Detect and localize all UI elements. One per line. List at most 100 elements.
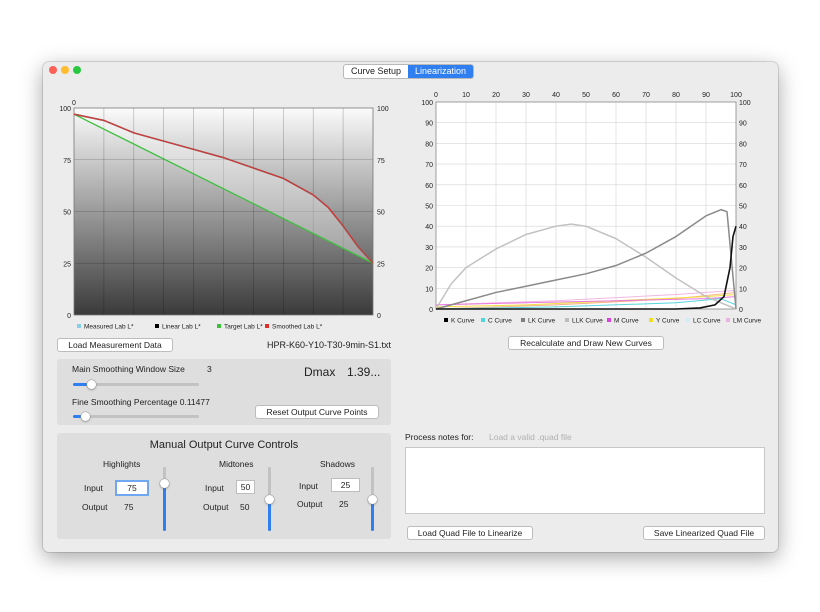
save-quad-button[interactable]: Save Linearized Quad File	[643, 526, 765, 540]
right-x-tick-label: 90	[702, 92, 710, 99]
left-y-tick-label: 25	[63, 261, 71, 268]
manual-controls-title: Manual Output Curve Controls	[149, 439, 299, 451]
zoom-window-button[interactable]	[73, 66, 81, 74]
right-legend-swatch	[649, 318, 653, 322]
right-y2-tick-label: 80	[739, 141, 747, 148]
midtones-slider-fill	[268, 499, 271, 531]
left-legend-label: Smoothed Lab L*	[272, 324, 323, 331]
shadows-output-value: 25	[339, 499, 349, 509]
left-y2-tick-label: 25	[377, 261, 385, 268]
fine-smoothing-label: Fine Smoothing Percentage 0.11477	[72, 397, 210, 407]
shadows-input-label: Input	[299, 481, 318, 491]
right-y2-tick-label: 50	[739, 204, 747, 211]
dmax-value: 1.39...	[347, 365, 381, 379]
right-y2-tick-label: 20	[739, 266, 747, 273]
highlights-slider-knob[interactable]	[160, 478, 169, 488]
highlights-label: Highlights	[103, 459, 141, 469]
right-x-tick-label: 80	[672, 92, 680, 99]
tab-curve-setup[interactable]: Curve Setup	[344, 65, 408, 78]
tab-linearization[interactable]: Linearization	[408, 65, 474, 78]
reset-points-button[interactable]: Reset Output Curve Points	[255, 405, 379, 419]
left-y2-tick-label: 75	[377, 158, 385, 165]
left-legend-label: Target Lab L*	[224, 324, 263, 331]
right-legend-label: K Curve	[451, 318, 475, 325]
left-y2-tick-label: 0	[377, 313, 381, 320]
right-legend-swatch	[521, 318, 525, 322]
midtones-label: Midtones	[219, 459, 254, 469]
main-smoothing-knob[interactable]	[87, 380, 97, 389]
process-notes-textarea[interactable]	[405, 447, 765, 514]
right-x-tick-label: 10	[462, 92, 470, 99]
measurement-filename: HPR-K60-Y10-T30-9min-S1.txt	[267, 340, 392, 350]
right-y-tick-label: 60	[425, 183, 433, 190]
fine-smoothing-knob[interactable]	[81, 412, 91, 421]
left-legend-swatch	[155, 324, 159, 328]
shadows-output-label: Output	[297, 499, 323, 509]
right-legend-label: M Curve	[614, 318, 639, 325]
right-x-tick-label: 40	[552, 92, 560, 99]
midtones-slider-knob[interactable]	[265, 494, 274, 504]
right-y-tick-label: 100	[421, 100, 433, 107]
right-legend-label: Y Curve	[656, 318, 680, 325]
app-window: Curve Setup Linearization 0 0 25 25 50 50 75 75…	[43, 62, 778, 552]
highlights-slider-fill	[163, 483, 166, 531]
left-y-tick-label: 75	[63, 158, 71, 165]
midtones-slider[interactable]	[265, 467, 274, 531]
shadows-input-field[interactable]: 25	[331, 478, 360, 492]
left-y-tick-label: 50	[63, 210, 71, 217]
midtones-output-label: Output	[203, 502, 229, 512]
right-y-tick-label: 10	[425, 286, 433, 293]
left-y-tick-label: 0	[67, 313, 71, 320]
shadows-slider-fill	[371, 499, 374, 531]
minimize-window-button[interactable]	[61, 66, 69, 74]
process-notes-placeholder: Load a valid .quad file	[489, 432, 572, 442]
right-y2-tick-label: 100	[739, 100, 751, 107]
load-measurement-button[interactable]: Load Measurement Data	[57, 338, 173, 352]
highlights-input-label: Input	[84, 483, 103, 493]
load-quad-button[interactable]: Load Quad File to Linearize	[407, 526, 533, 540]
left-legend-label: Linear Lab L*	[162, 324, 201, 331]
main-smoothing-label: Main Smoothing Window Size	[72, 364, 185, 374]
left-y-tick-label: 100	[59, 106, 71, 113]
right-y-tick-label: 80	[425, 141, 433, 148]
shadows-slider[interactable]	[368, 467, 377, 531]
right-y-tick-label: 0	[429, 307, 433, 314]
shadows-label: Shadows	[320, 459, 355, 469]
right-y-tick-label: 40	[425, 224, 433, 231]
right-x-tick-label: 0	[434, 92, 438, 99]
highlights-output-label: Output	[82, 502, 108, 512]
fine-smoothing-slider[interactable]	[73, 412, 199, 421]
right-y2-tick-label: 70	[739, 162, 747, 169]
highlights-output-value: 75	[124, 502, 134, 512]
right-x-tick-label: 50	[582, 92, 590, 99]
right-y2-tick-label: 30	[739, 245, 747, 252]
right-legend-swatch	[607, 318, 611, 322]
right-legend-label: LM Curve	[733, 318, 762, 325]
right-y2-tick-label: 60	[739, 183, 747, 190]
main-smoothing-value: 3	[207, 364, 212, 374]
right-legend-swatch	[686, 318, 690, 322]
main-smoothing-slider[interactable]	[73, 380, 199, 389]
shadows-slider-knob[interactable]	[368, 494, 377, 504]
right-legend-swatch	[726, 318, 730, 322]
right-x-tick-label: 20	[492, 92, 500, 99]
midtones-input-field[interactable]: 50	[236, 480, 255, 494]
left-legend-swatch	[77, 324, 81, 328]
left-y2-tick-label: 100	[377, 106, 389, 113]
right-x-tick-label: 70	[642, 92, 650, 99]
right-legend-label: LK Curve	[528, 318, 555, 325]
right-legend-label: LLK Curve	[572, 318, 603, 325]
close-window-button[interactable]	[49, 66, 57, 74]
dmax-label: Dmax	[304, 365, 336, 379]
lab-l-chart: 0 025 2550 5075 75100 1000 Measured Lab L* Lin…	[59, 100, 389, 331]
right-y-tick-label: 70	[425, 162, 433, 169]
right-y-tick-label: 20	[425, 266, 433, 273]
midtones-input-label: Input	[205, 483, 224, 493]
recalculate-button[interactable]: Recalculate and Draw New Curves	[508, 336, 664, 350]
right-legend-swatch	[444, 318, 448, 322]
left-y2-tick-label: 50	[377, 210, 385, 217]
tab-bar: Curve Setup Linearization	[343, 64, 475, 79]
left-legend-swatch	[217, 324, 221, 328]
highlights-slider[interactable]	[160, 467, 169, 531]
highlights-input-field[interactable]: 75	[115, 480, 149, 496]
